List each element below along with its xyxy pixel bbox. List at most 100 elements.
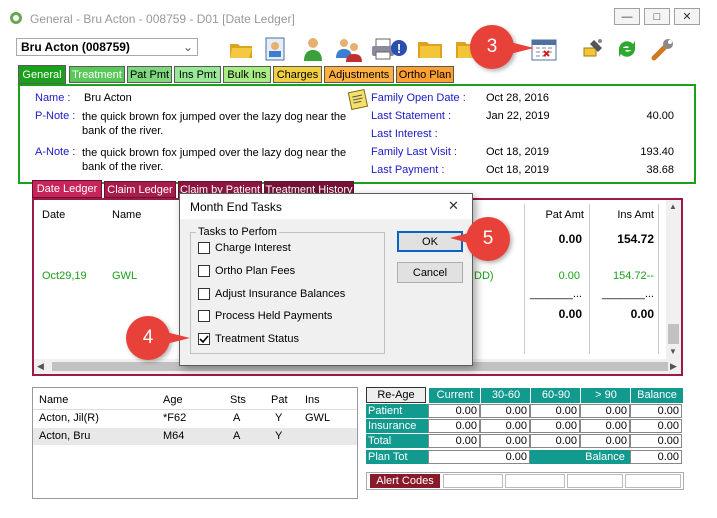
col-date-header: Date <box>42 209 66 221</box>
ledger-vertical-scrollbar[interactable]: ▲ ▼ <box>666 200 681 359</box>
pnote-label: P-Note : <box>35 110 76 122</box>
scroll-up-icon[interactable]: ▲ <box>669 202 677 211</box>
scrollbar-thumb[interactable] <box>668 324 679 344</box>
tab-treatment[interactable]: Treatment <box>69 66 125 83</box>
patient-select[interactable]: Bru Acton (008759) ⌄ <box>16 38 198 56</box>
tab-ins-pmt[interactable]: Ins Pmt <box>174 66 221 83</box>
tab-label: Claim Ledger <box>107 183 173 196</box>
task-charge-interest[interactable]: Charge Interest <box>198 242 291 254</box>
tab-charges[interactable]: Charges <box>273 66 322 83</box>
callout-arrow-icon <box>450 232 472 244</box>
app-icon <box>10 12 22 24</box>
name-label: Name : <box>35 92 71 104</box>
anote-label: A-Note : <box>35 146 76 158</box>
ledger-row-date[interactable]: Oct29,19 <box>42 270 87 282</box>
last-payment-label: Last Payment : <box>371 164 445 176</box>
cancel-button[interactable]: Cancel <box>397 262 463 283</box>
re-age-button[interactable]: Re-Age <box>366 387 426 403</box>
last-statement-date: Jan 22, 2019 <box>486 110 550 122</box>
satellite-icon[interactable] <box>578 34 608 64</box>
checkbox[interactable] <box>198 310 210 322</box>
col-pat-amt-header: Pat Amt <box>545 209 584 221</box>
aging-cell: 0.00 <box>480 434 530 448</box>
family-row-ins: GWL <box>305 412 331 424</box>
aging-cell: 0.00 <box>428 419 480 433</box>
tab-label: General <box>22 68 62 81</box>
task-label: Charge Interest <box>215 242 291 254</box>
tab-claim-ledger[interactable]: Claim Ledger <box>104 181 176 198</box>
aging-row-label-patient: Patient <box>366 404 428 418</box>
open-folder-icon[interactable] <box>226 34 256 64</box>
task-adjust-insurance-balances[interactable]: Adjust Insurance Balances <box>198 288 345 300</box>
family-open-label: Family Open Date : <box>371 92 466 104</box>
dialog-close-button[interactable]: ✕ <box>448 198 459 214</box>
subtotal-line-ins: _______... <box>602 288 654 300</box>
scroll-right-icon[interactable]: ▶ <box>670 361 677 372</box>
callout-5: 5 <box>466 217 510 261</box>
family-members-list: Name Age Sts Pat Ins Acton, Jil(R) *F62 … <box>32 387 358 499</box>
tab-date-ledger[interactable]: Date Ledger <box>32 180 102 198</box>
aging-cell: 0.00 <box>480 419 530 433</box>
info-icon[interactable]: ! <box>384 34 414 64</box>
last-payment-amount: 38.68 <box>646 164 674 176</box>
title-bar: General - Bru Acton - 008759 - D01 [Date… <box>0 0 717 36</box>
checkbox-checked[interactable] <box>198 333 210 345</box>
alert-code-slot <box>567 474 623 488</box>
family-open-value: Oct 28, 2016 <box>486 92 549 104</box>
refresh-icon[interactable] <box>612 34 642 64</box>
family-icon[interactable] <box>333 34 363 64</box>
subtotal-line-pat: _______... <box>530 288 582 300</box>
tab-label: Ortho Plan <box>398 68 452 81</box>
scroll-down-icon[interactable]: ▼ <box>669 347 677 356</box>
callout-4: 4 <box>126 316 170 360</box>
family-row-sts: A <box>233 430 241 442</box>
tab-label: Pat Pmt <box>129 68 170 81</box>
family-row-name: Acton, Jil(R) <box>39 412 99 424</box>
window-title: General - Bru Acton - 008759 - D01 [Date… <box>30 12 295 26</box>
checkbox[interactable] <box>198 242 210 254</box>
tab-general[interactable]: General <box>18 65 66 84</box>
ledger-row-name[interactable]: GWL <box>112 270 137 282</box>
tab-label: Bulk Ins <box>227 68 267 81</box>
maximize-button[interactable]: □ <box>644 8 670 25</box>
aging-cell: 0.00 <box>580 434 630 448</box>
minimize-button[interactable]: — <box>614 8 640 25</box>
folder-icon[interactable] <box>415 34 445 64</box>
alert-codes-button[interactable]: Alert Codes <box>370 474 440 488</box>
aging-cell: 0.00 <box>530 404 580 418</box>
aging-cell: 0.00 <box>580 404 630 418</box>
alert-codes-bar: Alert Codes <box>366 472 684 490</box>
tab-label: Adjustments <box>328 68 390 81</box>
patient-info-panel: Name : Bru Acton P-Note : the quick brow… <box>18 84 696 184</box>
col-name-header: Name <box>112 209 142 221</box>
wrench-icon[interactable] <box>648 34 678 64</box>
scroll-left-icon[interactable]: ◀ <box>37 361 44 372</box>
name-value: Bru Acton <box>84 92 132 104</box>
aging-header-over-90: > 90 <box>580 387 632 404</box>
family-row-name: Acton, Bru <box>39 430 91 442</box>
callout-arrow-icon <box>166 332 190 344</box>
plan-tot-label: Plan Tot <box>366 450 428 464</box>
checkbox[interactable] <box>198 288 210 300</box>
family-row-age: M64 <box>163 430 185 442</box>
table-row[interactable]: Acton, Bru M64 A Y <box>33 428 357 445</box>
tab-ortho-plan[interactable]: Ortho Plan <box>396 66 454 83</box>
task-treatment-status[interactable]: Treatment Status <box>198 333 299 345</box>
dialog-title-bar: Month End Tasks ✕ <box>180 194 472 219</box>
checkbox[interactable] <box>198 265 210 277</box>
person-icon[interactable] <box>298 34 328 64</box>
table-row[interactable]: Acton, Jil(R) *F62 A Y GWL <box>33 410 357 427</box>
task-process-held-payments[interactable]: Process Held Payments <box>198 310 332 322</box>
family-row-pat: Y <box>275 430 283 442</box>
tab-adjustments[interactable]: Adjustments <box>324 66 394 83</box>
anote-value: the quick brown fox jumped over the lazy… <box>82 147 347 173</box>
task-ortho-plan-fees[interactable]: Ortho Plan Fees <box>198 265 295 277</box>
chevron-down-icon: ⌄ <box>182 40 193 54</box>
notes-pad-icon[interactable] <box>346 88 372 110</box>
callout-arrow-icon <box>510 42 534 54</box>
aging-cell: 0.00 <box>630 419 682 433</box>
patient-card-icon[interactable] <box>260 34 290 64</box>
tab-pat-pmt[interactable]: Pat Pmt <box>127 66 172 83</box>
close-button[interactable]: ✕ <box>674 8 700 25</box>
tab-bulk-ins[interactable]: Bulk Ins <box>223 66 271 83</box>
